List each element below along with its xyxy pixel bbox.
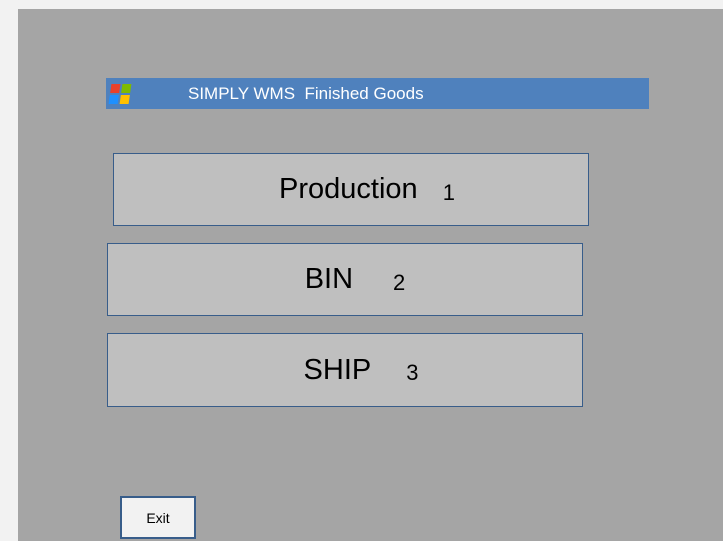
bin-label: BIN	[304, 263, 354, 295]
ship-label: SHIP	[303, 353, 372, 386]
production-button[interactable]: Production 1	[113, 153, 589, 226]
app-title: SIMPLY WMS Finished Goods	[188, 83, 424, 103]
ship-number: 3	[406, 360, 419, 385]
ship-button[interactable]: SHIP 3	[107, 333, 583, 407]
bin-number: 2	[393, 269, 406, 295]
bin-button[interactable]: BIN 2	[107, 243, 583, 316]
production-label: Production	[279, 173, 418, 205]
production-number: 1	[442, 179, 455, 205]
windows-logo-icon	[108, 83, 132, 104]
main-panel: SIMPLY WMS Finished Goods Production 1 B…	[18, 9, 723, 541]
title-bar: SIMPLY WMS Finished Goods	[106, 78, 649, 109]
exit-button[interactable]: Exit	[120, 496, 196, 539]
